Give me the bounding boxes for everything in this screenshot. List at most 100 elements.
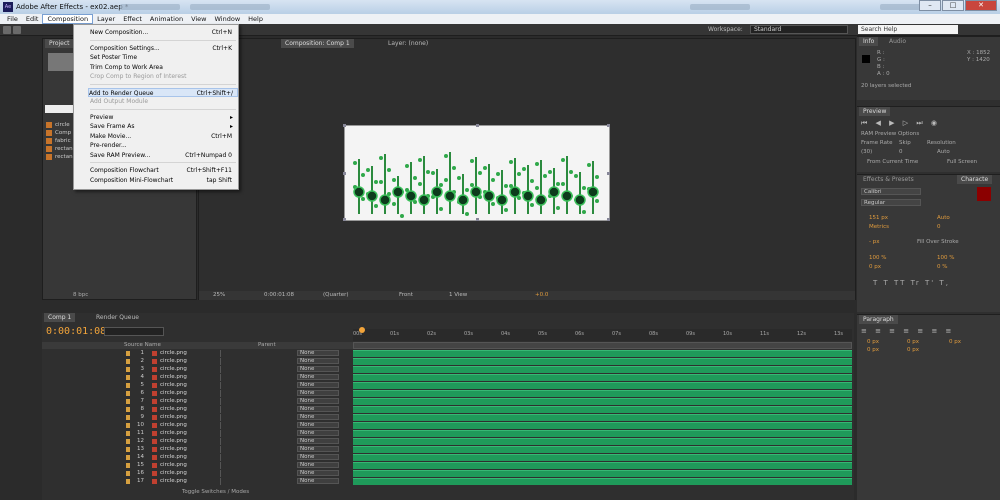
label-color[interactable] [126,415,130,420]
alignment-buttons[interactable]: ≡ ≡ ≡ ≡ ≡ ≡ ≡ [861,327,954,335]
parent-select[interactable]: None [297,358,339,364]
layer-name[interactable]: circle.png [160,382,187,388]
parent-select[interactable]: None [297,366,339,372]
layer-name[interactable]: circle.png [160,390,187,396]
horizontal-scale[interactable]: 100 % [937,255,954,261]
layer-row[interactable]: 2 circle.png None [42,358,353,365]
layer-switches[interactable] [220,470,260,477]
zoom-select[interactable]: 25% [213,291,225,300]
indent-left[interactable]: 0 px [867,339,879,345]
vertical-scale[interactable]: 100 % [869,255,886,261]
layer-row[interactable]: 16 circle.png None [42,470,353,477]
menu-item[interactable]: Trim Comp to Work Area [90,63,236,72]
menu-animation[interactable]: Animation [146,14,187,24]
layer-row[interactable]: 10 circle.png None [42,422,353,429]
layer-switches[interactable] [220,454,260,461]
work-area-bar[interactable] [353,342,852,349]
layer-switches[interactable] [220,414,260,421]
layer-switches[interactable] [220,382,260,389]
layer-row[interactable]: 1 circle.png None [42,350,353,357]
maximize-button[interactable]: □ [942,0,964,11]
tab-render-queue[interactable]: Render Queue [92,313,143,322]
menu-item[interactable]: Set Poster Time [90,53,236,62]
menu-file[interactable]: File [3,14,22,24]
layer-switches[interactable] [220,438,260,445]
layer-duration-bar[interactable] [353,478,852,485]
camera-select[interactable]: Front [399,291,413,300]
parent-select[interactable]: None [297,390,339,396]
layer-name[interactable]: circle.png [160,414,187,420]
workspace-select[interactable]: Standard [750,25,848,34]
layer-name[interactable]: circle.png [160,446,187,452]
label-color[interactable] [126,407,130,412]
time-ruler[interactable]: 00s 01s 02s 03s 04s 05s 06s 07s 08s 09s 10s 11s 12s 1… [353,329,852,341]
close-button[interactable]: ✕ [965,0,997,11]
tab-character[interactable]: Characte [957,175,993,184]
parent-select[interactable]: None [297,382,339,388]
transform-handle[interactable] [343,218,346,221]
menu-item[interactable]: Save RAM Preview... Ctrl+Numpad 0 [90,151,236,160]
label-color[interactable] [126,399,130,404]
layer-duration-bar[interactable] [353,470,852,477]
layer-row[interactable]: 14 circle.png None [42,454,353,461]
layer-name[interactable]: circle.png [160,478,187,484]
label-color[interactable] [126,455,130,460]
layer-switches[interactable] [220,406,260,413]
layer-name[interactable]: circle.png [160,470,187,476]
label-color[interactable] [126,391,130,396]
label-color[interactable] [126,471,130,476]
timeline-timecode[interactable]: 0:00:01:08 [46,326,106,337]
layer-row[interactable]: 11 circle.png None [42,430,353,437]
layer-duration-bar[interactable] [353,414,852,421]
font-family-select[interactable]: Calibri [861,188,921,195]
layer-row[interactable]: 4 circle.png None [42,374,353,381]
minimize-button[interactable]: – [919,0,941,11]
layer-name[interactable]: circle.png [160,430,187,436]
layer-switches[interactable] [220,462,260,469]
menu-composition[interactable]: Composition [42,14,94,24]
layer-row[interactable]: 12 circle.png None [42,438,353,445]
parent-select[interactable]: None [297,446,339,452]
layer-name[interactable]: circle.png [160,454,187,460]
label-color[interactable] [126,383,130,388]
menu-window[interactable]: Window [211,14,245,24]
fill-color-swatch[interactable] [977,187,991,201]
label-color[interactable] [126,479,130,484]
menu-view[interactable]: View [187,14,210,24]
tab-paragraph[interactable]: Paragraph [859,315,898,324]
layer-row[interactable]: 15 circle.png None [42,462,353,469]
from-current-time-checkbox[interactable]: From Current Time [867,159,918,165]
layer-row[interactable]: 13 circle.png None [42,446,353,453]
transform-handle[interactable] [476,124,479,127]
skip-select[interactable]: 0 [899,149,903,155]
layer-name[interactable]: circle.png [160,438,187,444]
layer-row[interactable]: 7 circle.png None [42,398,353,405]
layer-duration-bar[interactable] [353,406,852,413]
transform-handle[interactable] [343,172,346,175]
menu-item[interactable]: Add Output Module [90,97,236,106]
layer-duration-bar[interactable] [353,462,852,469]
full-screen-checkbox[interactable]: Full Screen [947,159,977,165]
parent-select[interactable]: None [297,438,339,444]
layer-name[interactable]: circle.png [160,358,187,364]
label-color[interactable] [126,351,130,356]
tab-audio[interactable]: Audio [885,37,910,46]
label-color[interactable] [126,375,130,380]
font-style-select[interactable]: Regular [861,199,921,206]
label-color[interactable] [126,359,130,364]
parent-select[interactable]: None [297,462,339,468]
label-color[interactable] [126,367,130,372]
indent-first[interactable]: 0 px [907,339,919,345]
menu-item[interactable]: Save Frame As ▸ [90,122,236,131]
tab-composition[interactable]: Composition: Comp 1 [281,39,354,48]
label-color[interactable] [126,431,130,436]
layer-duration-bar[interactable] [353,374,852,381]
menu-item[interactable]: Pre-render... [90,141,236,150]
bpc-label[interactable]: 8 bpc [73,292,88,298]
menu-effect[interactable]: Effect [119,14,146,24]
hand-tool-icon[interactable] [13,26,21,34]
layer-duration-bar[interactable] [353,358,852,365]
layer-switches[interactable] [220,446,260,453]
parent-select[interactable]: None [297,374,339,380]
layer-row[interactable]: 3 circle.png None [42,366,353,373]
